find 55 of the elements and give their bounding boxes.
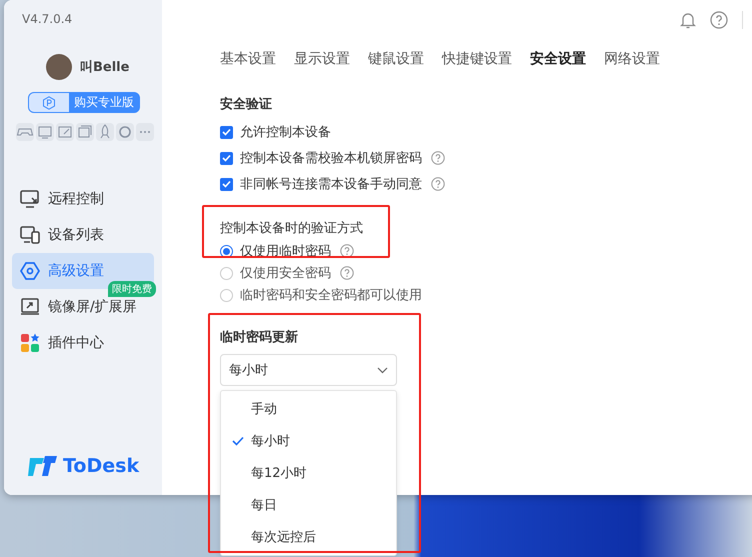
section-title: 控制本设备时的验证方式: [220, 220, 364, 237]
checkbox[interactable]: [220, 178, 233, 190]
logo-text: ToDesk: [63, 455, 140, 477]
nav-item[interactable]: 设备列表: [12, 217, 154, 253]
menu-item[interactable]: 每12小时: [221, 457, 396, 489]
more-icon[interactable]: [136, 123, 154, 141]
option-label: 仅使用安全密码: [240, 265, 331, 282]
section-title: 安全验证: [220, 96, 273, 113]
pro-badge-icon: [42, 96, 56, 110]
help-icon[interactable]: [710, 11, 728, 29]
gamepad-icon[interactable]: [16, 123, 34, 141]
radio-button[interactable]: [220, 288, 233, 302]
radio-button[interactable]: [220, 244, 233, 258]
chevron-down-icon: [377, 366, 388, 374]
settings-tab[interactable]: 安全设置: [530, 50, 586, 68]
screen-icon[interactable]: [36, 123, 54, 141]
logo-icon: [28, 455, 58, 477]
settings-tab[interactable]: 快捷键设置: [442, 50, 512, 68]
option-label: 非同帐号连接需本设备手动同意: [240, 176, 422, 193]
menu-item[interactable]: 手动: [221, 393, 396, 425]
checkbox[interactable]: [220, 152, 233, 164]
settings-tab[interactable]: 基本设置: [220, 50, 276, 68]
nav-item[interactable]: 插件中心: [12, 325, 154, 361]
option-label: 临时密码和安全密码都可以使用: [240, 287, 422, 304]
hexagon-icon: [20, 261, 40, 281]
promo-badge: 限时免费: [108, 281, 156, 297]
menu-item[interactable]: 每日: [221, 489, 396, 521]
option-label: 允许控制本设备: [240, 124, 331, 141]
rocket-icon[interactable]: [96, 123, 114, 141]
monitor-icon: [20, 190, 40, 208]
settings-tab[interactable]: 键鼠设置: [368, 50, 424, 68]
menu-item[interactable]: 每小时: [221, 425, 396, 457]
user-name: 叫Belle: [80, 59, 130, 76]
devices-icon: [20, 226, 40, 244]
option-label: 控制本设备需校验本机锁屏密码: [240, 150, 422, 167]
window-icon[interactable]: [76, 123, 94, 141]
screen-icon: [20, 298, 40, 316]
circle-icon[interactable]: [116, 123, 134, 141]
help-icon[interactable]: [431, 177, 445, 191]
help-icon[interactable]: [340, 244, 354, 258]
avatar[interactable]: [46, 54, 72, 80]
help-icon[interactable]: [340, 266, 354, 280]
settings-tab[interactable]: 显示设置: [294, 50, 350, 68]
edit-icon[interactable]: [56, 123, 74, 141]
help-icon[interactable]: [431, 151, 445, 165]
nav-item[interactable]: 远程控制: [12, 181, 154, 217]
plugin-icon: [20, 333, 40, 353]
settings-tab[interactable]: 网络设置: [604, 50, 660, 68]
menu-item[interactable]: 每次远控后: [221, 521, 396, 553]
checkbox[interactable]: [220, 126, 233, 138]
section-title: 临时密码更新: [220, 328, 299, 346]
dropdown[interactable]: 每小时: [220, 354, 397, 386]
radio-button[interactable]: [220, 266, 233, 280]
bell-icon[interactable]: [680, 11, 696, 29]
version-label: V4.7.0.4: [22, 12, 74, 26]
